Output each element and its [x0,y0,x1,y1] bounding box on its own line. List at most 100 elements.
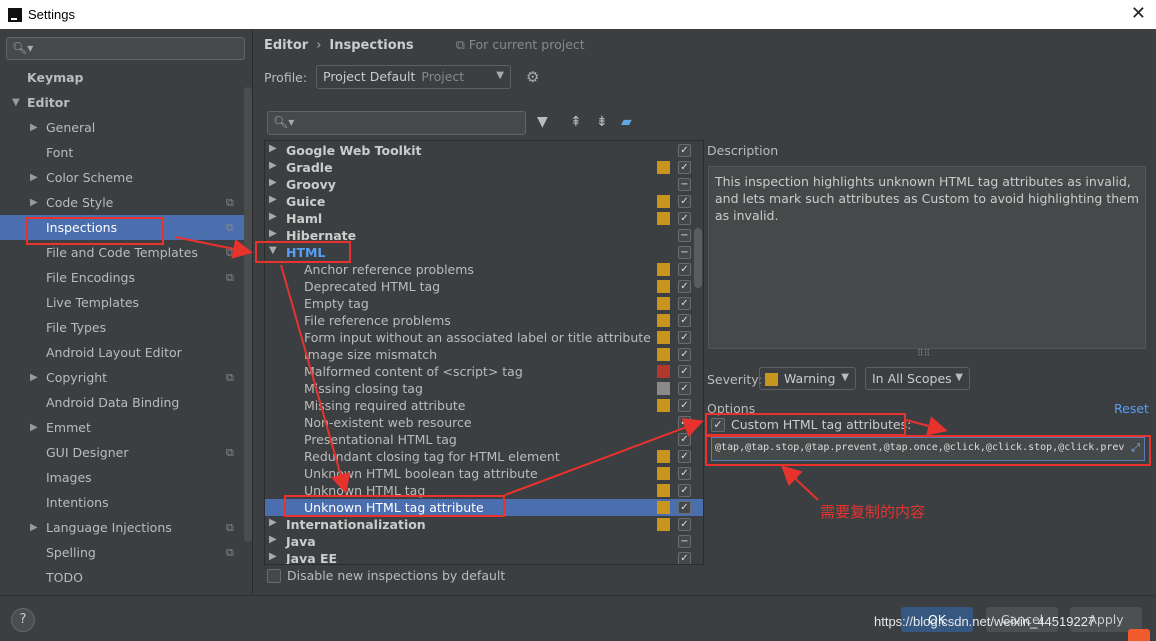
gear-icon[interactable]: ⚙ [526,68,539,86]
inspection-enabled-checkbox[interactable]: ✓ [678,348,691,361]
inspection-enabled-checkbox[interactable]: ✓ [678,365,691,378]
inspection-enabled-checkbox[interactable]: ✓ [678,433,691,446]
inspection-enabled-checkbox[interactable]: ✓ [678,280,691,293]
sidebar-item[interactable]: ▶ Language Injections ⧉ [0,515,244,540]
inspection-row[interactable]: Non-existent web resource ✓ [265,414,703,431]
inspection-enabled-checkbox[interactable]: ✓ [678,484,691,497]
collapsed-arrow-icon[interactable]: ▶ [269,177,277,188]
inspection-enabled-checkbox[interactable]: ✓ [678,144,691,157]
reset-link[interactable]: Reset [1114,401,1149,416]
inspection-group-row[interactable]: ▶ Gradle ✓ [265,159,703,176]
inspection-group-row[interactable]: ▶ Internationalization ✓ [265,516,703,533]
inspection-row[interactable]: Unknown HTML boolean tag attribute ✓ [265,465,703,482]
inspection-group-row[interactable]: ▶ Guice ✓ [265,193,703,210]
expand-all-icon[interactable]: ⇞ [570,114,582,130]
inspection-row[interactable]: Image size mismatch ✓ [265,346,703,363]
inspection-enabled-checkbox[interactable]: ✓ [678,331,691,344]
collapsed-arrow-icon[interactable]: ▶ [30,422,38,433]
sidebar-item[interactable]: Intentions [0,490,244,515]
sidebar-item[interactable]: GUI Designer ⧉ [0,440,244,465]
sidebar-item[interactable]: Keymap [0,65,244,90]
scope-dropdown[interactable]: In All Scopes ▼ [865,367,970,390]
sidebar-item[interactable]: ▶ Color Scheme [0,165,244,190]
sidebar-item[interactable]: Android Layout Editor [0,340,244,365]
inspection-enabled-checkbox[interactable]: ✓ [678,314,691,327]
collapsed-arrow-icon[interactable]: ▶ [269,160,277,171]
inspection-row[interactable]: Malformed content of <script> tag ✓ [265,363,703,380]
inspection-enabled-checkbox[interactable]: ✓ [678,161,691,174]
inspection-enabled-checkbox[interactable]: ✓ [678,416,691,429]
inspection-enabled-checkbox[interactable]: − [678,178,691,191]
inspection-row[interactable]: Form input without an associated label o… [265,329,703,346]
sidebar-item[interactable]: Spelling ⧉ [0,540,244,565]
collapsed-arrow-icon[interactable]: ▶ [269,551,277,562]
collapsed-arrow-icon[interactable]: ▶ [30,197,38,208]
sidebar-item[interactable]: ▼ Editor [0,90,244,115]
collapsed-arrow-icon[interactable]: ▶ [30,372,38,383]
inspection-row[interactable]: Empty tag ✓ [265,295,703,312]
profile-dropdown[interactable]: Project Default Project ▼ [316,65,511,89]
inspection-enabled-checkbox[interactable]: ✓ [678,450,691,463]
inspection-enabled-checkbox[interactable]: − [678,535,691,548]
sidebar-item[interactable]: ▶ General [0,115,244,140]
inspection-group-row[interactable]: ▶ Haml ✓ [265,210,703,227]
collapsed-arrow-icon[interactable]: ▶ [30,122,38,133]
sidebar-item[interactable]: Font [0,140,244,165]
collapsed-arrow-icon[interactable]: ▶ [269,534,277,545]
inspection-enabled-checkbox[interactable]: − [678,229,691,242]
inspection-row[interactable]: Missing closing tag ✓ [265,380,703,397]
inspection-group-row[interactable]: ▶ Java − [265,533,703,550]
collapsed-arrow-icon[interactable]: ▶ [269,517,277,528]
help-button[interactable]: ? [11,608,35,632]
sidebar-item[interactable]: File Encodings ⧉ [0,265,244,290]
inspection-enabled-checkbox[interactable]: ✓ [678,195,691,208]
inspection-search-input[interactable]: 🔍︎▾ [267,111,526,135]
inspection-enabled-checkbox[interactable]: ✓ [678,212,691,225]
filter-icon[interactable]: ▼ [537,114,548,130]
resize-grip-icon[interactable]: ⠿⠿ [917,349,930,359]
sidebar-item[interactable]: Live Templates [0,290,244,315]
inspection-group-row[interactable]: ▶ Java EE ✓ [265,550,703,564]
collapsed-arrow-icon[interactable]: ▶ [30,522,38,533]
sidebar-item[interactable]: File Types [0,315,244,340]
expanded-arrow-icon[interactable]: ▼ [12,97,20,108]
inspection-enabled-checkbox[interactable]: ✓ [678,518,691,531]
disable-new-inspections-row[interactable]: Disable new inspections by default [267,568,505,583]
collapse-all-icon[interactable]: ⇟ [596,114,608,130]
disable-new-checkbox[interactable] [267,568,281,583]
inspection-group-row[interactable]: ▶ Groovy − [265,176,703,193]
inspection-row[interactable]: Presentational HTML tag ✓ [265,431,703,448]
inspection-enabled-checkbox[interactable]: ✓ [678,297,691,310]
collapsed-arrow-icon[interactable]: ▶ [269,143,277,154]
inspection-row[interactable]: File reference problems ✓ [265,312,703,329]
inspection-group-row[interactable]: ▶ Google Web Toolkit ✓ [265,142,703,159]
collapsed-arrow-icon[interactable]: ▶ [269,228,277,239]
sidebar-item[interactable]: ▶ Copyright ⧉ [0,365,244,390]
reset-to-default-icon[interactable]: ▰ [621,114,632,130]
sidebar-item[interactable]: Android Data Binding [0,390,244,415]
inspection-enabled-checkbox[interactable]: ✓ [678,467,691,480]
sidebar-item[interactable]: ▶ Code Style ⧉ [0,190,244,215]
inspection-enabled-checkbox[interactable]: ✓ [678,382,691,395]
inspection-row[interactable]: Deprecated HTML tag ✓ [265,278,703,295]
inspection-tree-scrollbar[interactable] [694,228,702,288]
severity-dropdown[interactable]: Warning ▼ [759,367,856,390]
sidebar-item[interactable]: TODO [0,565,244,590]
breadcrumb-parent[interactable]: Editor [264,38,308,53]
inspection-enabled-checkbox[interactable]: − [678,246,691,259]
sidebar-scrollbar[interactable] [244,87,252,542]
inspection-row[interactable]: Redundant closing tag for HTML element ✓ [265,448,703,465]
collapsed-arrow-icon[interactable]: ▶ [269,194,277,205]
inspection-row[interactable]: Anchor reference problems ✓ [265,261,703,278]
inspection-enabled-checkbox[interactable]: ✓ [678,399,691,412]
inspection-enabled-checkbox[interactable]: ✓ [678,263,691,276]
sidebar-item[interactable]: ▶ Emmet [0,415,244,440]
collapsed-arrow-icon[interactable]: ▶ [30,172,38,183]
sidebar-item[interactable]: Images [0,465,244,490]
close-icon[interactable]: ✕ [1131,3,1146,24]
inspection-enabled-checkbox[interactable]: ✓ [678,501,691,514]
settings-search-input[interactable]: 🔍︎▾ [6,37,245,60]
inspection-row[interactable]: Missing required attribute ✓ [265,397,703,414]
inspection-enabled-checkbox[interactable]: ✓ [678,552,691,564]
collapsed-arrow-icon[interactable]: ▶ [269,211,277,222]
